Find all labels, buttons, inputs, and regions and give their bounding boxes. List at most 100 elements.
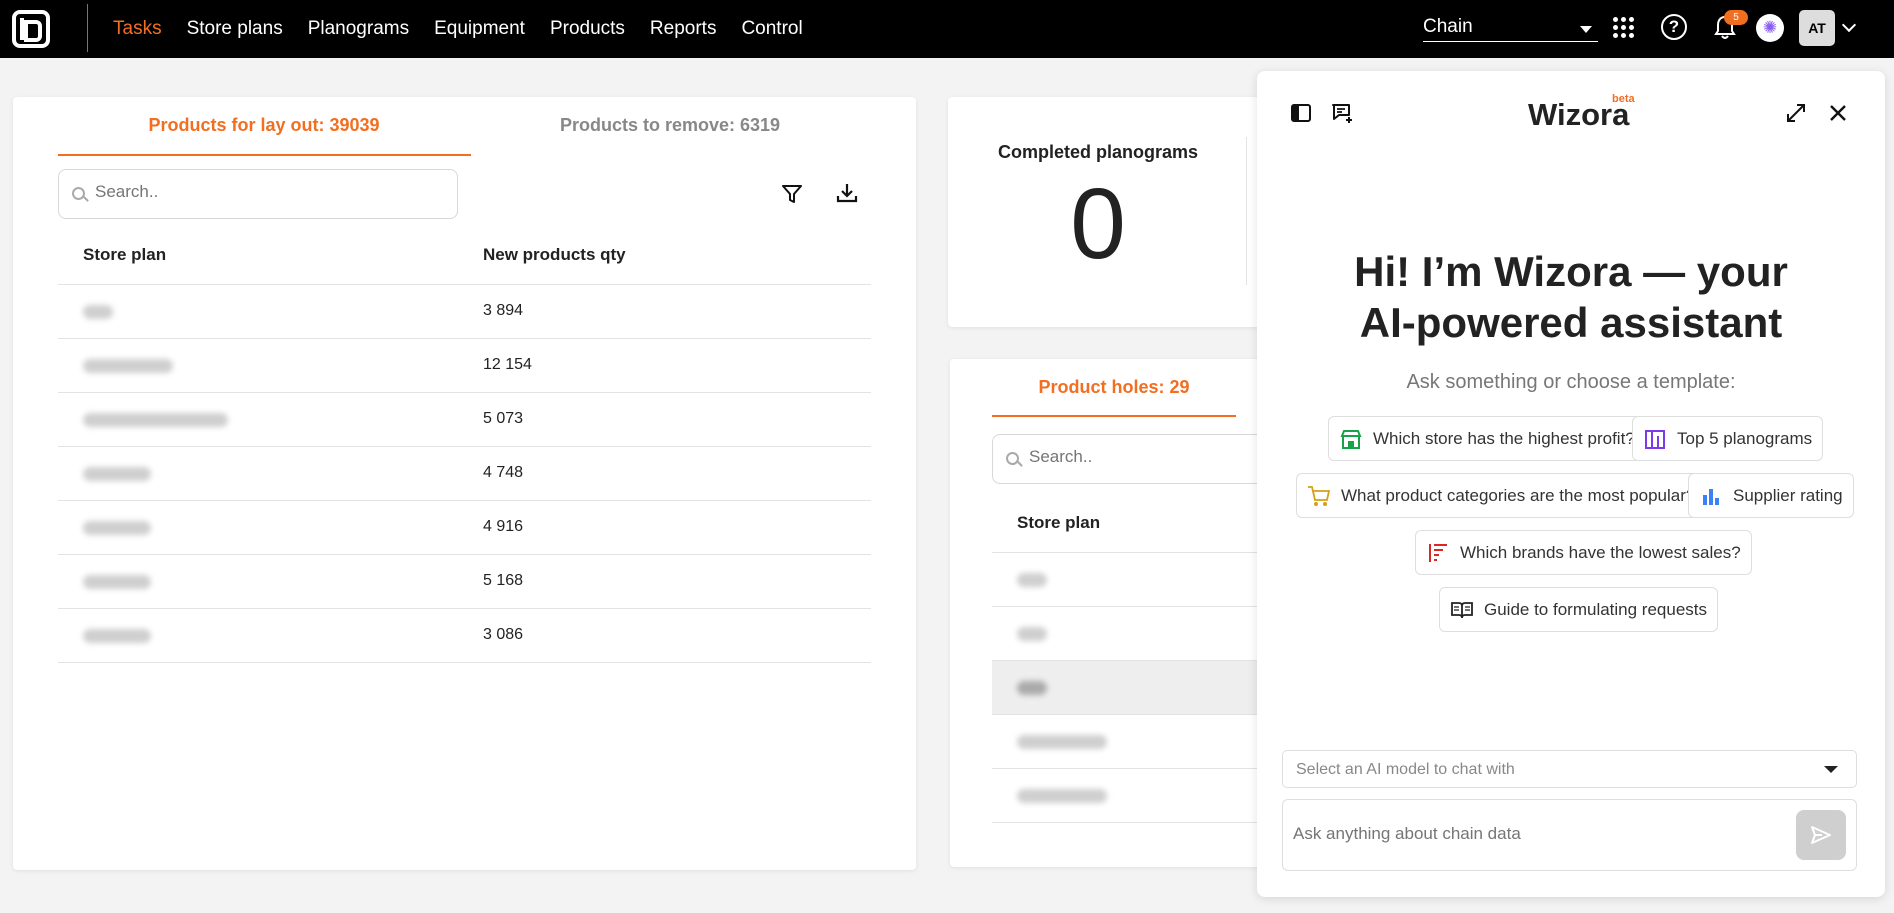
new-products-qty: 5 168 — [483, 572, 523, 590]
ai-model-select[interactable]: Select an AI model to chat with — [1282, 750, 1857, 788]
chat-input[interactable] — [1293, 824, 1773, 844]
nav-store-plans[interactable]: Store plans — [187, 18, 283, 40]
table-row[interactable]: 4 916 — [58, 501, 871, 555]
chip-label: Guide to formulating requests — [1484, 600, 1707, 620]
nav-planograms[interactable]: Planograms — [308, 18, 409, 40]
redacted-store-name — [83, 467, 151, 481]
redacted-store-name — [1017, 681, 1047, 695]
redacted-store-name — [83, 575, 151, 589]
tab-products-for-layout[interactable]: Products for lay out: 39039 — [58, 115, 470, 136]
redacted-store-name — [83, 413, 228, 427]
new-chat-icon[interactable] — [1330, 101, 1354, 125]
redacted-store-name — [83, 521, 151, 535]
product-holes-panel: Product holes: 29 Store plan — [950, 359, 1280, 867]
completed-planograms-card: Completed planograms 0 — [948, 97, 1270, 327]
col-store-plan: Store plan — [83, 245, 166, 265]
redacted-store-name — [1017, 627, 1047, 641]
redacted-store-name — [83, 359, 173, 373]
apps-grid-icon[interactable] — [1613, 17, 1634, 38]
user-avatar[interactable]: AT — [1799, 10, 1835, 46]
filter-icon[interactable] — [781, 183, 803, 205]
table-row[interactable]: 5 168 — [58, 555, 871, 609]
redacted-store-name — [1017, 735, 1107, 749]
template-guide[interactable]: Guide to formulating requests — [1439, 587, 1718, 632]
nav-divider — [87, 4, 88, 52]
main-nav: Tasks Store plans Planograms Equipment P… — [113, 0, 803, 58]
table-row[interactable]: 3 894 — [58, 285, 871, 339]
table-row[interactable]: 4 748 — [58, 447, 871, 501]
chip-label: Top 5 planograms — [1677, 429, 1812, 449]
app-logo[interactable] — [12, 10, 50, 48]
template-top-planograms[interactable]: Top 5 planograms — [1632, 416, 1823, 461]
new-products-qty: 3 894 — [483, 302, 523, 320]
table-row[interactable] — [992, 661, 1292, 715]
chevron-down-icon — [1824, 766, 1838, 773]
nav-tasks[interactable]: Tasks — [113, 18, 162, 40]
active-tab-indicator — [992, 415, 1236, 417]
table-row[interactable]: 12 154 — [58, 339, 871, 393]
products-search[interactable] — [58, 169, 458, 219]
user-menu-chevron-icon[interactable] — [1842, 18, 1856, 32]
products-table: Store plan New products qty 3 894 12 154… — [58, 219, 871, 663]
template-lowest-brands[interactable]: Which brands have the lowest sales? — [1415, 530, 1752, 575]
completed-planograms-title: Completed planograms — [978, 142, 1218, 163]
top-nav-bar: Tasks Store plans Planograms Equipment P… — [0, 0, 1894, 58]
table-row[interactable] — [992, 769, 1292, 823]
redacted-store-name — [1017, 573, 1047, 587]
bar-chart-icon — [1699, 484, 1723, 508]
table-row[interactable] — [992, 715, 1292, 769]
nav-products[interactable]: Products — [550, 18, 625, 40]
chip-label: Which brands have the lowest sales? — [1460, 543, 1741, 563]
wizora-assistant-icon[interactable]: ✺ — [1756, 14, 1784, 42]
products-search-input[interactable] — [95, 182, 395, 202]
chat-input-box[interactable] — [1282, 799, 1857, 871]
ai-model-placeholder: Select an AI model to chat with — [1296, 761, 1515, 778]
redacted-store-name — [83, 629, 151, 643]
template-popular-categories[interactable]: What product categories are the most pop… — [1296, 473, 1706, 518]
table-header: Store plan New products qty — [58, 219, 871, 285]
search-icon — [1006, 452, 1019, 465]
redacted-store-name — [83, 305, 113, 319]
completed-planograms-value: 0 — [978, 167, 1218, 282]
template-highest-profit[interactable]: Which store has the highest profit? — [1328, 416, 1646, 461]
card-divider — [1246, 137, 1247, 285]
holes-search[interactable] — [992, 434, 1292, 484]
table-row[interactable] — [992, 607, 1292, 661]
chevron-down-icon — [1580, 26, 1592, 33]
wizora-greeting: Hi! I’m Wizora — your AI-powered assista… — [1327, 246, 1815, 348]
nav-control[interactable]: Control — [741, 18, 802, 40]
search-icon — [72, 187, 85, 200]
tab-product-holes[interactable]: Product holes: 29 — [992, 377, 1236, 398]
wizora-subtitle: Ask something or choose a template: — [1327, 371, 1815, 394]
col-store-plan: Store plan — [1017, 513, 1100, 533]
send-icon — [1810, 824, 1832, 846]
chip-label: Supplier rating — [1733, 486, 1843, 506]
planogram-icon — [1643, 427, 1667, 451]
sort-descending-icon — [1426, 541, 1450, 565]
table-row[interactable]: 3 086 — [58, 609, 871, 663]
table-row[interactable] — [992, 553, 1292, 607]
wizora-assistant-panel: Wizora beta Hi! I’m Wizora — your AI-pow… — [1257, 71, 1885, 897]
table-row[interactable]: 5 073 — [58, 393, 871, 447]
holes-table: Store plan — [992, 487, 1292, 823]
close-icon[interactable] — [1826, 101, 1850, 125]
active-tab-indicator — [58, 154, 471, 156]
nav-reports[interactable]: Reports — [650, 18, 717, 40]
template-supplier-rating[interactable]: Supplier rating — [1688, 473, 1854, 518]
expand-icon[interactable] — [1784, 101, 1808, 125]
help-icon[interactable]: ? — [1661, 14, 1687, 40]
new-products-qty: 4 916 — [483, 518, 523, 536]
products-tabs: Products for lay out: 39039 Products to … — [58, 97, 870, 157]
products-panel: Products for lay out: 39039 Products to … — [13, 97, 916, 870]
chain-select[interactable]: Chain — [1423, 12, 1598, 42]
send-button[interactable] — [1796, 810, 1846, 860]
chip-label: What product categories are the most pop… — [1341, 486, 1695, 506]
notification-badge: 5 — [1724, 10, 1748, 25]
store-icon — [1339, 427, 1363, 451]
chip-label: Which store has the highest profit? — [1373, 429, 1635, 449]
new-products-qty: 12 154 — [483, 356, 532, 374]
download-icon[interactable] — [835, 181, 859, 205]
nav-equipment[interactable]: Equipment — [434, 18, 525, 40]
sidebar-toggle-icon[interactable] — [1289, 101, 1313, 125]
tab-products-to-remove[interactable]: Products to remove: 6319 — [470, 115, 870, 136]
